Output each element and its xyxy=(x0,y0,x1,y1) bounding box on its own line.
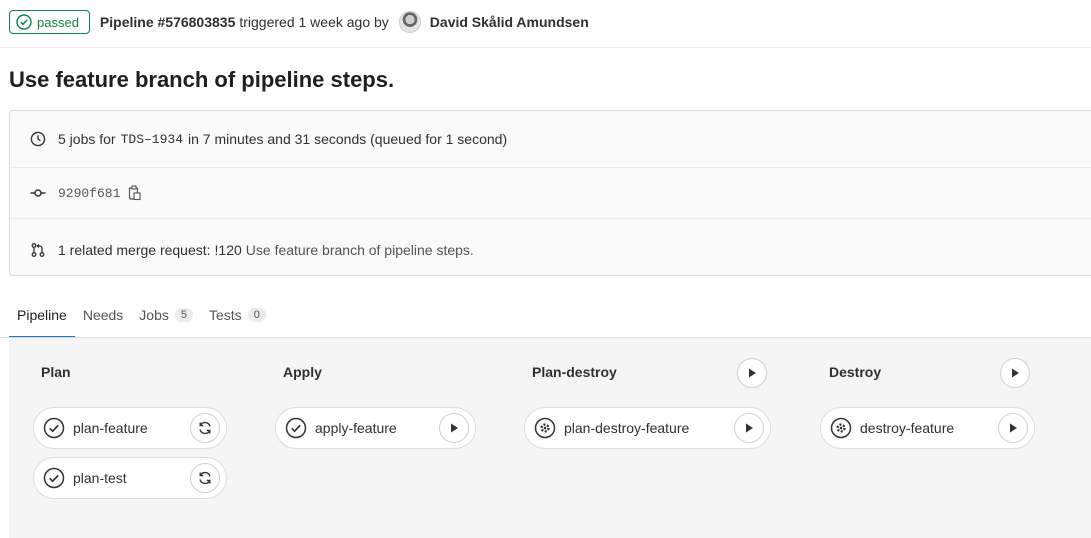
play-icon xyxy=(451,423,458,433)
check-circle-icon xyxy=(285,417,307,439)
trigger-text: triggered 1 week ago by xyxy=(239,14,389,30)
job-name: plan-test xyxy=(73,470,127,486)
play-icon xyxy=(749,368,756,378)
merge-request-row: 1 related merge request: !120 Use featur… xyxy=(10,239,1091,261)
stage-title-plan-destroy: Plan-destroy xyxy=(532,364,617,380)
job-apply-feature[interactable]: apply-feature xyxy=(275,407,476,449)
retry-icon xyxy=(199,471,211,485)
merge-request-icon xyxy=(31,243,45,257)
pipeline-id: Pipeline #576803835 xyxy=(99,14,236,30)
commit-row: 9290f681 xyxy=(10,167,1091,219)
tab-pipeline[interactable]: Pipeline xyxy=(9,294,75,338)
gear-icon xyxy=(534,417,556,439)
tab-count-badge: 5 xyxy=(174,308,193,322)
pipeline-graph: Plan plan-feature plan-test Apply apply-… xyxy=(9,338,1091,538)
job-plan-destroy-feature[interactable]: plan-destroy-feature xyxy=(524,407,771,449)
play-button[interactable] xyxy=(439,413,469,443)
status-badge[interactable]: passed xyxy=(9,10,90,34)
pipeline-tabs: Pipeline Needs Jobs 5 Tests 0 xyxy=(9,294,274,338)
play-icon xyxy=(1012,368,1019,378)
header-divider xyxy=(0,47,1091,48)
play-icon xyxy=(1010,423,1017,433)
page-title: Use feature branch of pipeline steps. xyxy=(9,67,395,92)
clock-icon xyxy=(30,131,46,147)
branch-link[interactable]: TDS–1934 xyxy=(121,132,183,147)
gear-icon xyxy=(830,417,852,439)
stage-title-destroy: Destroy xyxy=(829,364,882,380)
pipeline-header: passed Pipeline #576803835 triggered 1 w… xyxy=(9,9,589,35)
check-circle-icon xyxy=(43,467,65,489)
mr-link[interactable]: !120 xyxy=(215,242,242,258)
stage-title-plan: Plan xyxy=(41,364,71,380)
job-name: plan-destroy-feature xyxy=(564,420,690,436)
tab-label: Needs xyxy=(82,307,124,323)
job-name: apply-feature xyxy=(315,420,397,436)
play-button[interactable] xyxy=(998,413,1028,443)
duration-text: in 7 minutes and 31 seconds (queued for … xyxy=(188,131,508,147)
stage-play-button[interactable] xyxy=(1000,358,1030,388)
job-plan-test[interactable]: plan-test xyxy=(33,457,227,499)
commit-icon xyxy=(30,189,46,197)
play-icon xyxy=(746,423,753,433)
copy-icon[interactable] xyxy=(128,185,142,201)
commit-sha-link[interactable]: 9290f681 xyxy=(58,186,120,201)
stage-title-apply: Apply xyxy=(283,364,322,380)
tab-label: Pipeline xyxy=(17,307,67,323)
tab-jobs[interactable]: Jobs 5 xyxy=(131,294,201,336)
pipeline-info-box: 5 jobs for TDS–1934 in 7 minutes and 31 … xyxy=(9,110,1091,276)
job-destroy-feature[interactable]: destroy-feature xyxy=(820,407,1035,449)
job-name: destroy-feature xyxy=(860,420,955,436)
retry-icon xyxy=(199,421,211,435)
status-badge-label: passed xyxy=(37,14,79,30)
check-circle-icon xyxy=(43,417,65,439)
tab-label: Tests xyxy=(209,307,242,323)
tab-label: Jobs xyxy=(139,307,169,323)
tab-tests[interactable]: Tests 0 xyxy=(201,294,274,336)
play-button[interactable] xyxy=(734,413,764,443)
author-link[interactable]: David Skålid Amundsen xyxy=(430,14,589,30)
jobs-prefix: 5 jobs for xyxy=(58,131,116,147)
avatar[interactable] xyxy=(398,11,421,33)
retry-button[interactable] xyxy=(190,463,220,493)
mr-title-link[interactable]: Use feature branch of pipeline steps. xyxy=(246,242,474,258)
job-plan-feature[interactable]: plan-feature xyxy=(33,407,227,449)
job-name: plan-feature xyxy=(73,420,148,436)
tab-needs[interactable]: Needs xyxy=(75,294,131,336)
retry-button[interactable] xyxy=(190,413,220,443)
tab-count-badge: 0 xyxy=(247,308,266,322)
jobs-summary-row: 5 jobs for TDS–1934 in 7 minutes and 31 … xyxy=(10,128,1091,150)
stage-play-button[interactable] xyxy=(737,358,767,388)
check-circle-icon xyxy=(16,14,32,30)
mr-prefix: 1 related merge request: xyxy=(58,242,211,258)
